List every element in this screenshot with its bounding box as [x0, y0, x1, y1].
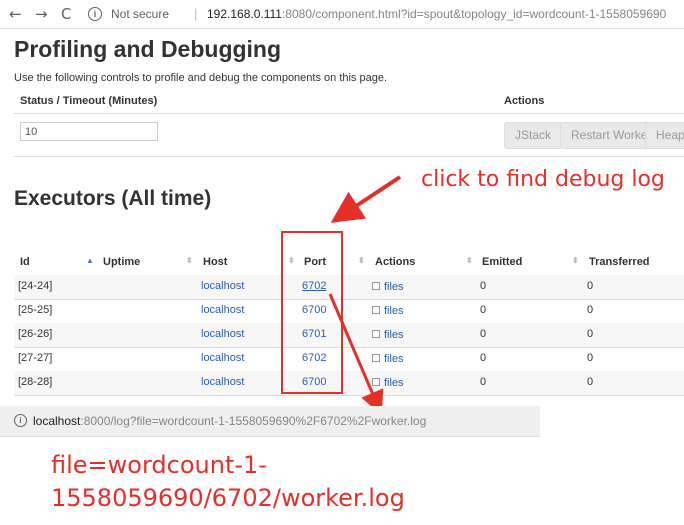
arrow-to-status-url	[328, 293, 384, 416]
status-url-path: :8000/log?file=wordcount-1-1558059690%2F…	[80, 414, 427, 428]
hover-link-url: localhost:8000/log?file=wordcount-1-1558…	[33, 414, 426, 428]
annotation-log-path: file=wordcount-1-1558059690/6702/worker.…	[51, 451, 405, 512]
status-url-host: localhost	[33, 414, 81, 428]
annotation-arrows	[328, 175, 402, 416]
arrow-to-port-column	[330, 175, 402, 223]
info-icon: i	[14, 414, 27, 427]
browser-status-bar: i localhost:8000/log?file=wordcount-1-15…	[0, 406, 540, 437]
